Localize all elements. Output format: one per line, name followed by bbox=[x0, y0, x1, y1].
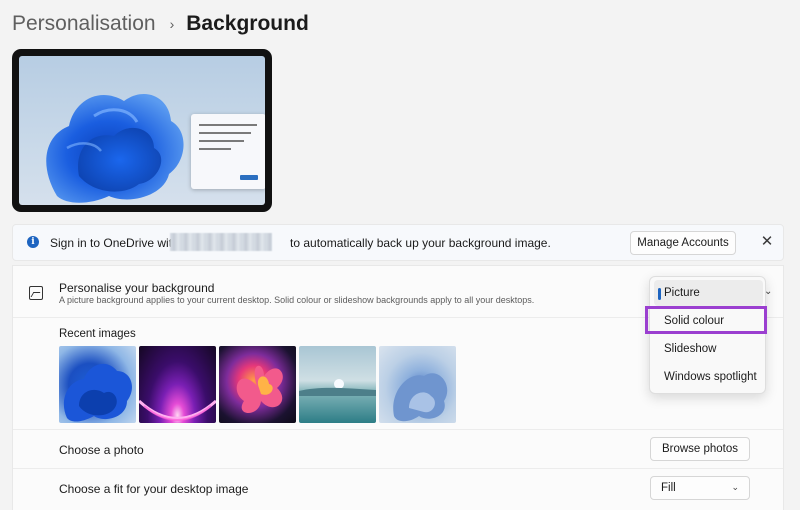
menu-item-label: Slideshow bbox=[664, 343, 717, 355]
menu-item-slideshow[interactable]: Slideshow bbox=[654, 336, 763, 362]
preview-line bbox=[199, 124, 257, 126]
choose-photo-label: Choose a photo bbox=[59, 443, 144, 457]
recent-image-thumbnail[interactable] bbox=[219, 346, 296, 423]
close-icon[interactable]: ✕ bbox=[757, 232, 777, 252]
lake-thumbnail-art bbox=[299, 379, 376, 396]
preview-window bbox=[191, 114, 265, 189]
manage-accounts-button[interactable]: Manage Accounts bbox=[630, 231, 736, 255]
onedrive-text-start: Sign in to OneDrive with bbox=[50, 236, 179, 250]
recent-image-thumbnail[interactable] bbox=[379, 346, 456, 423]
image-icon bbox=[29, 286, 43, 300]
menu-item-label: Picture bbox=[664, 287, 700, 299]
info-icon: i bbox=[27, 236, 39, 248]
divider bbox=[13, 468, 783, 469]
selected-indicator bbox=[658, 288, 661, 300]
preview-button bbox=[240, 175, 258, 180]
menu-item-label: Windows spotlight bbox=[664, 371, 757, 383]
preview-line bbox=[199, 132, 251, 134]
browse-photos-button[interactable]: Browse photos bbox=[650, 437, 750, 461]
onedrive-text-end: to automatically back up your background… bbox=[290, 236, 551, 250]
desktop-preview bbox=[12, 49, 272, 212]
recent-images-label: Recent images bbox=[59, 328, 136, 340]
glow-thumbnail-art bbox=[139, 399, 216, 421]
breadcrumb-personalisation[interactable]: Personalisation bbox=[12, 12, 156, 36]
swirl-thumbnail-art bbox=[393, 373, 448, 422]
bloom-thumbnail-art bbox=[63, 363, 132, 422]
chevron-down-icon: ⌄ bbox=[731, 482, 739, 492]
choose-fit-label: Choose a fit for your desktop image bbox=[59, 482, 249, 496]
page-title: Background bbox=[186, 12, 309, 35]
breadcrumb: Personalisation › Background bbox=[12, 8, 309, 40]
fit-dropdown[interactable]: Fill ⌄ bbox=[650, 476, 750, 500]
menu-item-picture[interactable]: Picture bbox=[654, 280, 763, 306]
highlight-annotation-box bbox=[645, 306, 767, 334]
background-type-dropdown-menu: Picture Solid colour Slideshow Windows s… bbox=[649, 276, 766, 394]
recent-image-thumbnail[interactable] bbox=[299, 346, 376, 423]
preview-line bbox=[199, 140, 244, 142]
fit-value: Fill bbox=[661, 482, 676, 494]
divider bbox=[13, 429, 783, 430]
recent-image-thumbnail[interactable] bbox=[59, 346, 136, 423]
personalise-title: Personalise your background bbox=[59, 281, 215, 295]
breadcrumb-chevron-icon: › bbox=[169, 16, 175, 32]
personalise-description: A picture background applies to your cur… bbox=[59, 295, 535, 305]
preview-screen bbox=[19, 56, 265, 205]
flower-thumbnail-art bbox=[236, 365, 283, 414]
recent-image-thumbnail[interactable] bbox=[139, 346, 216, 423]
menu-item-windows-spotlight[interactable]: Windows spotlight bbox=[654, 364, 763, 390]
redacted-email bbox=[170, 233, 272, 251]
onedrive-banner: i Sign in to OneDrive with to automatica… bbox=[12, 224, 784, 261]
preview-line bbox=[199, 148, 231, 150]
